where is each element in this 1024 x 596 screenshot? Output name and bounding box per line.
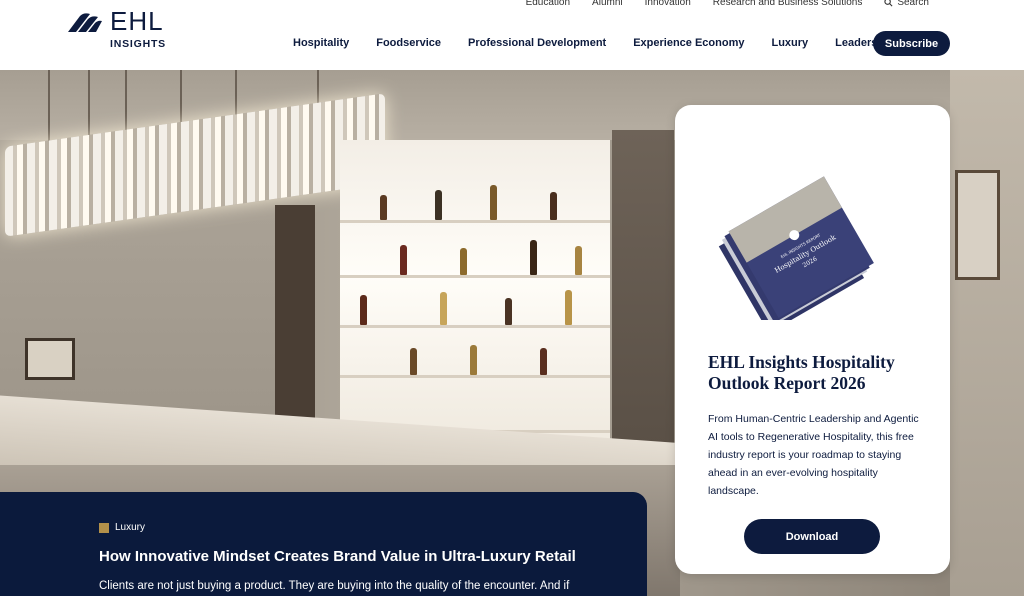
report-cover-image: EHL INSIGHTS REPORT Hospitality Outlook …	[718, 176, 874, 320]
search-label: Search	[897, 0, 929, 8]
featured-article-card[interactable]: Luxury How Innovative Mindset Creates Br…	[0, 492, 647, 596]
subscribe-button[interactable]: Subscribe	[873, 31, 950, 56]
report-title: EHL Insights Hospitality Outlook Report …	[708, 352, 895, 393]
nav-professional-development[interactable]: Professional Development	[468, 37, 606, 49]
nav-foodservice[interactable]: Foodservice	[376, 37, 441, 49]
search-icon	[884, 0, 893, 7]
article-excerpt: Clients are not just buying a product. T…	[99, 580, 570, 592]
ehl-logo[interactable]: EHL INSIGHTS	[66, 6, 176, 54]
top-link-alumni[interactable]: Alumni	[592, 0, 623, 8]
display-case	[955, 170, 1000, 280]
top-link-research[interactable]: Research and Business Solutions	[713, 0, 863, 8]
report-promo-card: EHL INSIGHTS REPORT Hospitality Outlook …	[675, 105, 950, 574]
nav-hospitality[interactable]: Hospitality	[293, 37, 349, 49]
category-tag[interactable]: Luxury	[99, 522, 145, 533]
display-frame	[25, 338, 75, 380]
article-title[interactable]: How Innovative Mindset Creates Brand Val…	[99, 548, 576, 565]
download-button[interactable]: Download	[744, 519, 880, 554]
brand-name: EHL	[110, 6, 164, 36]
top-link-innovation[interactable]: Innovation	[645, 0, 691, 8]
category-label: Luxury	[115, 522, 146, 533]
main-nav: Hospitality Foodservice Professional Dev…	[293, 37, 904, 49]
nav-experience-economy[interactable]: Experience Economy	[633, 37, 744, 49]
top-link-education[interactable]: Education	[526, 0, 570, 8]
search-button[interactable]: Search	[884, 0, 929, 8]
wine-cabinet-left	[275, 205, 315, 445]
hero-right-wall	[950, 70, 1024, 596]
category-square-icon	[99, 522, 109, 533]
brand-subtitle: INSIGHTS	[110, 38, 166, 50]
wine-cabinet-right	[612, 130, 674, 450]
nav-luxury[interactable]: Luxury	[771, 37, 808, 49]
utility-nav: Education Alumni Innovation Research and…	[504, 0, 929, 8]
site-header: EHL INSIGHTS Education Alumni Innovation…	[0, 0, 1024, 70]
ehl-logo-mark-icon	[68, 13, 102, 33]
nav-leaders[interactable]: Leaders	[835, 37, 877, 49]
report-description: From Human-Centric Leadership and Agenti…	[708, 413, 919, 497]
